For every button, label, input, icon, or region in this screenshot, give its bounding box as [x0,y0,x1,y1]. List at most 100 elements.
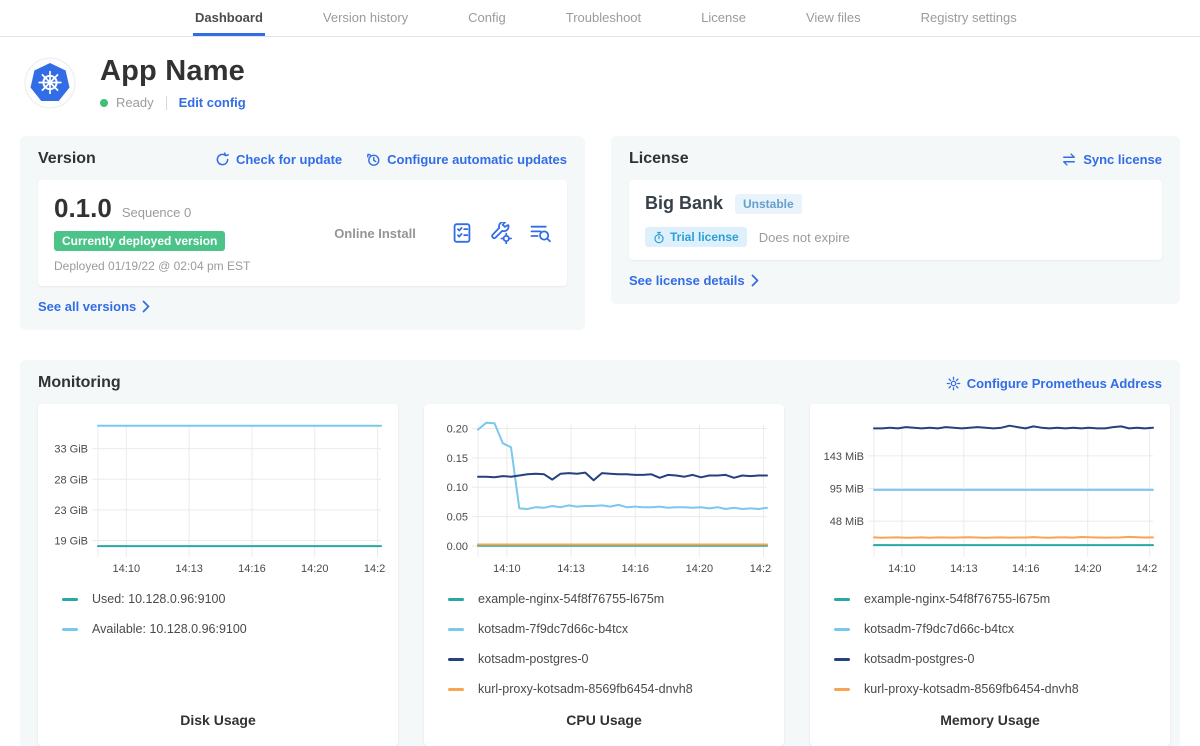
see-license-details-link[interactable]: See license details [629,273,759,288]
legend-dash [62,628,78,631]
stopwatch-icon [653,231,665,244]
chevron-right-icon [142,300,150,313]
legend-dash [448,628,464,631]
legend-label: kurl-proxy-kotsadm-8569fb6454-dnvh8 [864,682,1079,696]
sync-license-label: Sync license [1083,152,1162,167]
page-title: App Name [100,55,246,88]
chart-title: Memory Usage [822,712,1158,736]
install-type-label: Online Install [299,226,451,241]
app-status-text: Ready [116,95,154,110]
svg-text:23 GiB: 23 GiB [54,505,88,517]
svg-text:14:10: 14:10 [113,563,141,575]
view-logs-icon[interactable] [529,222,551,244]
svg-text:14:23: 14:23 [1136,563,1158,575]
svg-text:0.20: 0.20 [447,424,468,436]
channel-badge: Unstable [735,194,802,214]
memory-usage-panel: 48 MiB95 MiB143 MiB14:1014:1314:1614:201… [810,404,1170,746]
svg-text:19 GiB: 19 GiB [54,536,88,548]
tab-license[interactable]: License [699,0,748,36]
legend-item: kurl-proxy-kotsadm-8569fb6454-dnvh8 [834,682,1158,696]
svg-text:14:23: 14:23 [750,563,772,575]
version-number: 0.1.0 [54,193,112,224]
version-card-title: Version [38,150,96,168]
legend-dash [834,628,850,631]
license-card-title: License [629,150,689,168]
check-for-update-label: Check for update [236,152,342,167]
svg-text:0.15: 0.15 [447,453,468,465]
gear-icon [946,376,961,391]
legend-label: Used: 10.128.0.96:9100 [92,592,225,606]
sync-arrows-icon [1061,152,1077,167]
version-card: Version Check for update Configure autom… [20,136,585,330]
legend-dash [448,598,464,601]
legend-item: kotsadm-7f9dc7d66c-b4tcx [448,622,772,636]
legend-label: kurl-proxy-kotsadm-8569fb6454-dnvh8 [478,682,693,696]
see-all-versions-label: See all versions [38,299,136,314]
currently-deployed-badge: Currently deployed version [54,231,225,251]
svg-text:14:20: 14:20 [1074,563,1102,575]
tab-dashboard[interactable]: Dashboard [193,0,265,36]
preflight-checks-icon[interactable] [451,222,473,244]
see-all-versions-link[interactable]: See all versions [38,299,150,314]
deployed-timestamp: Deployed 01/19/22 @ 02:04 pm EST [54,259,299,273]
svg-text:0.00: 0.00 [447,541,468,553]
disk-usage-panel: 19 GiB23 GiB28 GiB33 GiB14:1014:1314:161… [38,404,398,746]
legend-item: Available: 10.128.0.96:9100 [62,622,386,636]
license-card: License Sync license Big Bank Unstable [611,136,1180,304]
legend-item: kurl-proxy-kotsadm-8569fb6454-dnvh8 [448,682,772,696]
tab-troubleshoot[interactable]: Troubleshoot [564,0,643,36]
legend-dash [448,658,464,661]
legend-label: kotsadm-postgres-0 [478,652,588,666]
svg-text:14:20: 14:20 [301,563,329,575]
edit-config-link[interactable]: Edit config [179,95,246,110]
sync-license-link[interactable]: Sync license [1061,152,1162,167]
svg-text:48 MiB: 48 MiB [830,516,864,528]
legend-item: example-nginx-54f8f76755-l675m [448,592,772,606]
chart-title: Disk Usage [50,712,386,736]
configure-prometheus-label: Configure Prometheus Address [967,376,1162,391]
legend-label: Available: 10.128.0.96:9100 [92,622,247,636]
memory-usage-chart: 48 MiB95 MiB143 MiB14:1014:1314:1614:201… [822,416,1158,578]
svg-text:14:23: 14:23 [364,563,386,575]
legend-item: Used: 10.128.0.96:9100 [62,592,386,606]
legend-dash [448,688,464,691]
legend-label: kotsadm-7f9dc7d66c-b4tcx [478,622,628,636]
trial-license-label: Trial license [670,230,739,244]
configure-automatic-updates-link[interactable]: Configure automatic updates [366,152,567,167]
license-panel: Big Bank Unstable Trial license Does not… [629,180,1162,260]
legend-label: kotsadm-7f9dc7d66c-b4tcx [864,622,1014,636]
chevron-right-icon [751,274,759,287]
top-nav: Dashboard Version history Config Troublesho… [0,0,1200,37]
tab-registry-settings[interactable]: Registry settings [919,0,1019,36]
trial-license-badge: Trial license [645,227,747,247]
memory-usage-legend: example-nginx-54f8f76755-l675m kotsadm-7f… [834,592,1158,712]
legend-label: example-nginx-54f8f76755-l675m [864,592,1050,606]
svg-text:28 GiB: 28 GiB [54,474,88,486]
svg-text:14:16: 14:16 [1012,563,1040,575]
svg-text:14:10: 14:10 [493,563,521,575]
version-sequence: Sequence 0 [122,205,191,220]
check-for-update-link[interactable]: Check for update [215,152,342,167]
refresh-icon [215,152,230,167]
legend-dash [834,658,850,661]
svg-text:14:10: 14:10 [888,563,916,575]
tab-view-files[interactable]: View files [804,0,863,36]
legend-dash [62,598,78,601]
license-expiry: Does not expire [759,230,850,245]
tab-config[interactable]: Config [466,0,508,36]
legend-label: kotsadm-postgres-0 [864,652,974,666]
monitoring-card: Monitoring Configure Prometheus Address … [20,360,1180,746]
legend-item: kotsadm-7f9dc7d66c-b4tcx [834,622,1158,636]
kubernetes-logo-icon [24,57,76,109]
svg-text:0.05: 0.05 [447,512,468,524]
tab-version-history[interactable]: Version history [321,0,410,36]
cpu-usage-panel: 0.000.050.100.150.2014:1014:1314:1614:20… [424,404,784,746]
legend-item: example-nginx-54f8f76755-l675m [834,592,1158,606]
legend-item: kotsadm-postgres-0 [834,652,1158,666]
svg-text:14:13: 14:13 [950,563,978,575]
configure-prometheus-link[interactable]: Configure Prometheus Address [946,376,1162,391]
svg-text:14:13: 14:13 [557,563,585,575]
divider [166,96,167,110]
legend-label: example-nginx-54f8f76755-l675m [478,592,664,606]
config-wrench-gear-icon[interactable] [490,222,512,244]
